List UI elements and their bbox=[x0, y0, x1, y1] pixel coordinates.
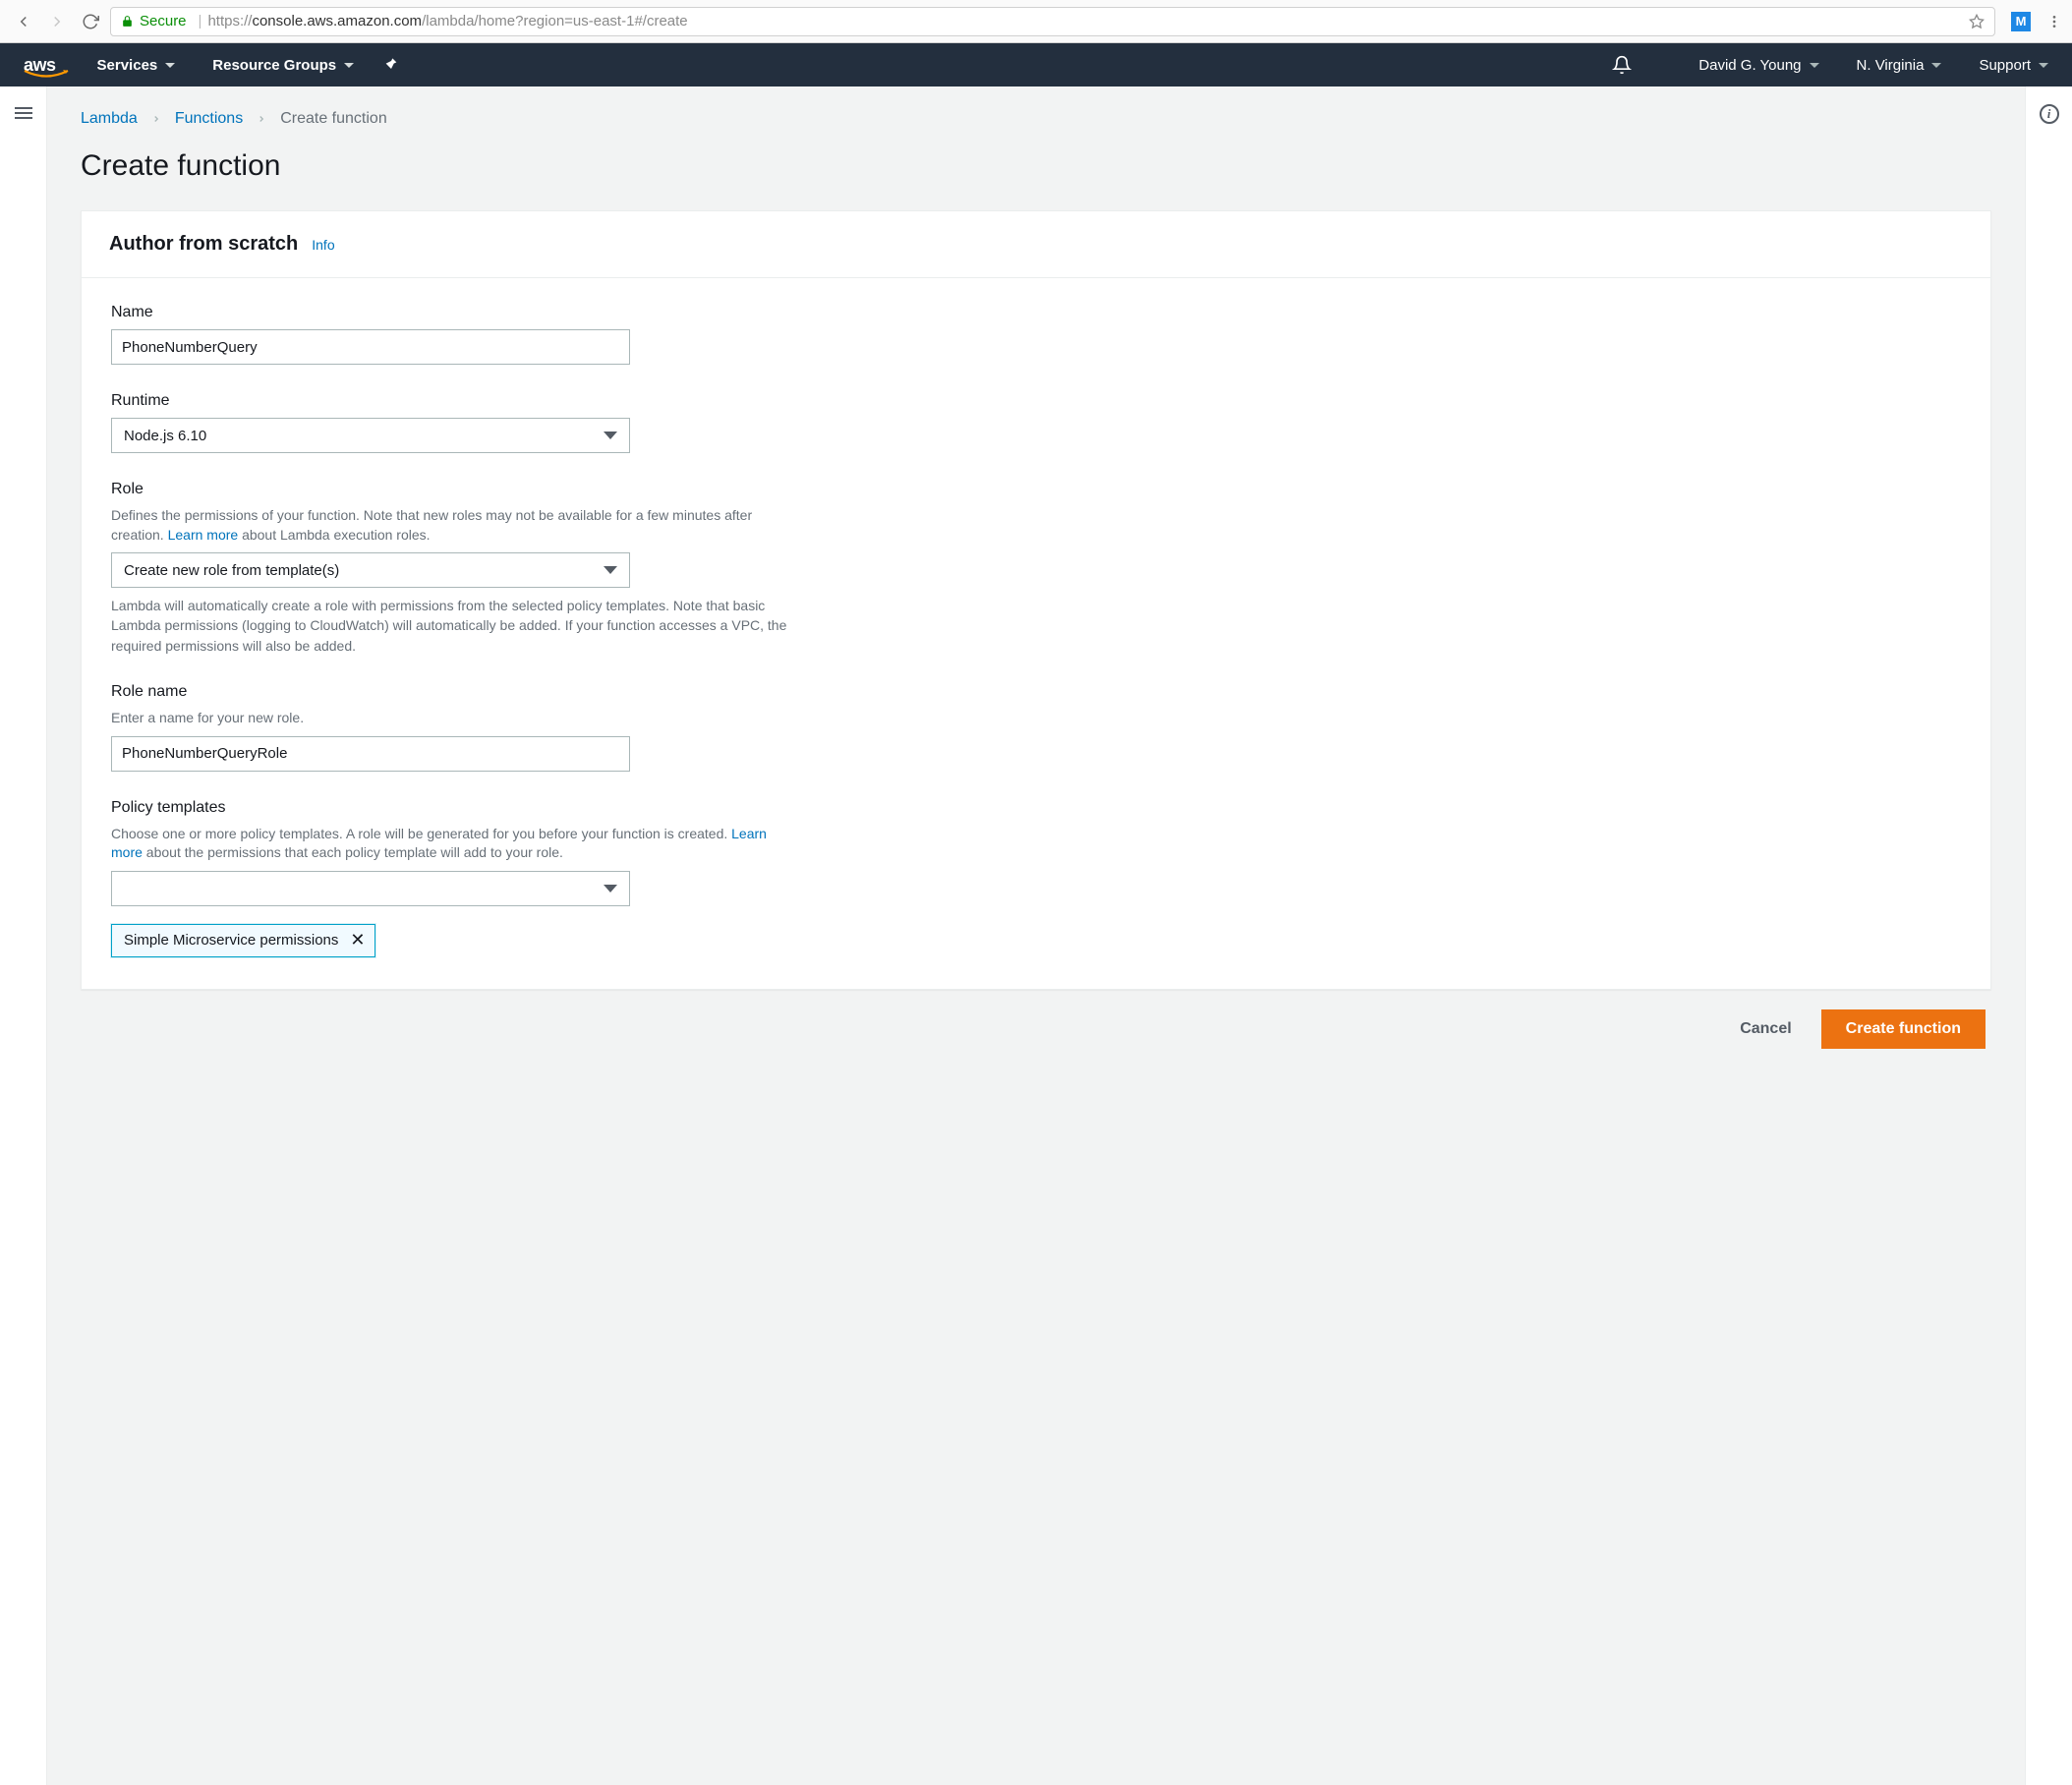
role-learn-more-link[interactable]: Learn more bbox=[168, 527, 239, 543]
policy-templates-description: Choose one or more policy templates. A r… bbox=[111, 825, 789, 863]
browser-back-button[interactable] bbox=[10, 8, 37, 35]
chevron-down-icon bbox=[1931, 63, 1941, 68]
chevron-right-icon bbox=[151, 112, 161, 126]
field-runtime: Runtime Node.js 6.10 bbox=[111, 392, 789, 453]
lock-icon bbox=[121, 15, 134, 28]
role-description: Defines the permissions of your function… bbox=[111, 506, 789, 545]
nav-region-label: N. Virginia bbox=[1857, 57, 1925, 74]
bookmark-star-icon[interactable] bbox=[1969, 14, 1985, 29]
role-name-input[interactable] bbox=[111, 736, 630, 772]
nav-support-label: Support bbox=[1979, 57, 2031, 74]
breadcrumb-functions[interactable]: Functions bbox=[175, 110, 243, 128]
pin-icon[interactable] bbox=[383, 57, 399, 73]
panel-info-link[interactable]: Info bbox=[312, 237, 334, 253]
runtime-value: Node.js 6.10 bbox=[124, 428, 206, 444]
runtime-select[interactable]: Node.js 6.10 bbox=[111, 418, 630, 453]
nav-services-label: Services bbox=[97, 57, 158, 74]
name-label: Name bbox=[111, 304, 789, 321]
chevron-down-icon bbox=[604, 432, 617, 439]
browser-url-bar[interactable]: Secure | https://console.aws.amazon.com/… bbox=[110, 7, 1995, 36]
nav-user-label: David G. Young bbox=[1698, 57, 1801, 74]
chevron-down-icon bbox=[165, 63, 175, 68]
role-name-label: Role name bbox=[111, 683, 789, 701]
remove-tag-icon[interactable]: ✕ bbox=[350, 930, 365, 950]
role-select[interactable]: Create new role from template(s) bbox=[111, 552, 630, 588]
chevron-down-icon bbox=[2039, 63, 2048, 68]
nav-user-menu[interactable]: David G. Young bbox=[1698, 57, 1818, 74]
role-name-description: Enter a name for your new role. bbox=[111, 709, 789, 728]
browser-menu-icon[interactable] bbox=[2046, 14, 2062, 29]
nav-support-menu[interactable]: Support bbox=[1979, 57, 2048, 74]
hamburger-icon[interactable] bbox=[15, 104, 32, 1785]
policy-template-tag: Simple Microservice permissions ✕ bbox=[111, 924, 375, 957]
url-text: https://console.aws.amazon.com/lambda/ho… bbox=[207, 13, 687, 29]
runtime-label: Runtime bbox=[111, 392, 789, 410]
nav-services[interactable]: Services bbox=[97, 57, 176, 74]
secure-label: Secure bbox=[140, 13, 187, 29]
breadcrumb: Lambda Functions Create function bbox=[81, 110, 1991, 128]
nav-resource-groups[interactable]: Resource Groups bbox=[212, 57, 354, 74]
browser-profile-badge[interactable]: M bbox=[2011, 12, 2031, 31]
role-label: Role bbox=[111, 481, 789, 498]
breadcrumb-lambda[interactable]: Lambda bbox=[81, 110, 138, 128]
chevron-right-icon bbox=[257, 112, 266, 126]
cancel-button[interactable]: Cancel bbox=[1734, 1010, 1797, 1048]
aws-top-nav: aws Services Resource Groups David G. Yo… bbox=[0, 43, 2072, 86]
field-role: Role Defines the permissions of your fun… bbox=[111, 481, 789, 656]
role-helper: Lambda will automatically create a role … bbox=[111, 596, 789, 656]
nav-region-menu[interactable]: N. Virginia bbox=[1857, 57, 1942, 74]
author-panel: Author from scratch Info Name Runtime No… bbox=[81, 210, 1991, 990]
chevron-down-icon bbox=[604, 566, 617, 574]
browser-reload-button[interactable] bbox=[77, 8, 104, 35]
field-name: Name bbox=[111, 304, 789, 365]
page-title: Create function bbox=[81, 149, 1991, 183]
breadcrumb-current: Create function bbox=[280, 110, 387, 128]
role-value: Create new role from template(s) bbox=[124, 562, 339, 579]
chevron-down-icon bbox=[604, 885, 617, 892]
chevron-down-icon bbox=[344, 63, 354, 68]
browser-forward-button[interactable] bbox=[43, 8, 71, 35]
chevron-down-icon bbox=[1810, 63, 1819, 68]
notifications-icon[interactable] bbox=[1612, 55, 1632, 75]
panel-title: Author from scratch bbox=[109, 233, 298, 256]
browser-chrome: Secure | https://console.aws.amazon.com/… bbox=[0, 0, 2072, 43]
name-input[interactable] bbox=[111, 329, 630, 365]
nav-resource-groups-label: Resource Groups bbox=[212, 57, 336, 74]
policy-templates-label: Policy templates bbox=[111, 799, 789, 817]
footer-actions: Cancel Create function bbox=[81, 990, 1991, 1057]
left-rail bbox=[0, 86, 47, 1785]
right-rail: i bbox=[2025, 86, 2072, 1785]
aws-logo[interactable]: aws bbox=[24, 55, 60, 76]
policy-templates-select[interactable] bbox=[111, 871, 630, 906]
create-function-button[interactable]: Create function bbox=[1821, 1009, 1986, 1049]
field-policy-templates: Policy templates Choose one or more poli… bbox=[111, 799, 789, 906]
policy-template-tag-label: Simple Microservice permissions bbox=[124, 932, 338, 949]
field-role-name: Role name Enter a name for your new role… bbox=[111, 683, 789, 772]
info-icon[interactable]: i bbox=[2040, 104, 2059, 124]
panel-header: Author from scratch Info bbox=[82, 211, 1990, 278]
